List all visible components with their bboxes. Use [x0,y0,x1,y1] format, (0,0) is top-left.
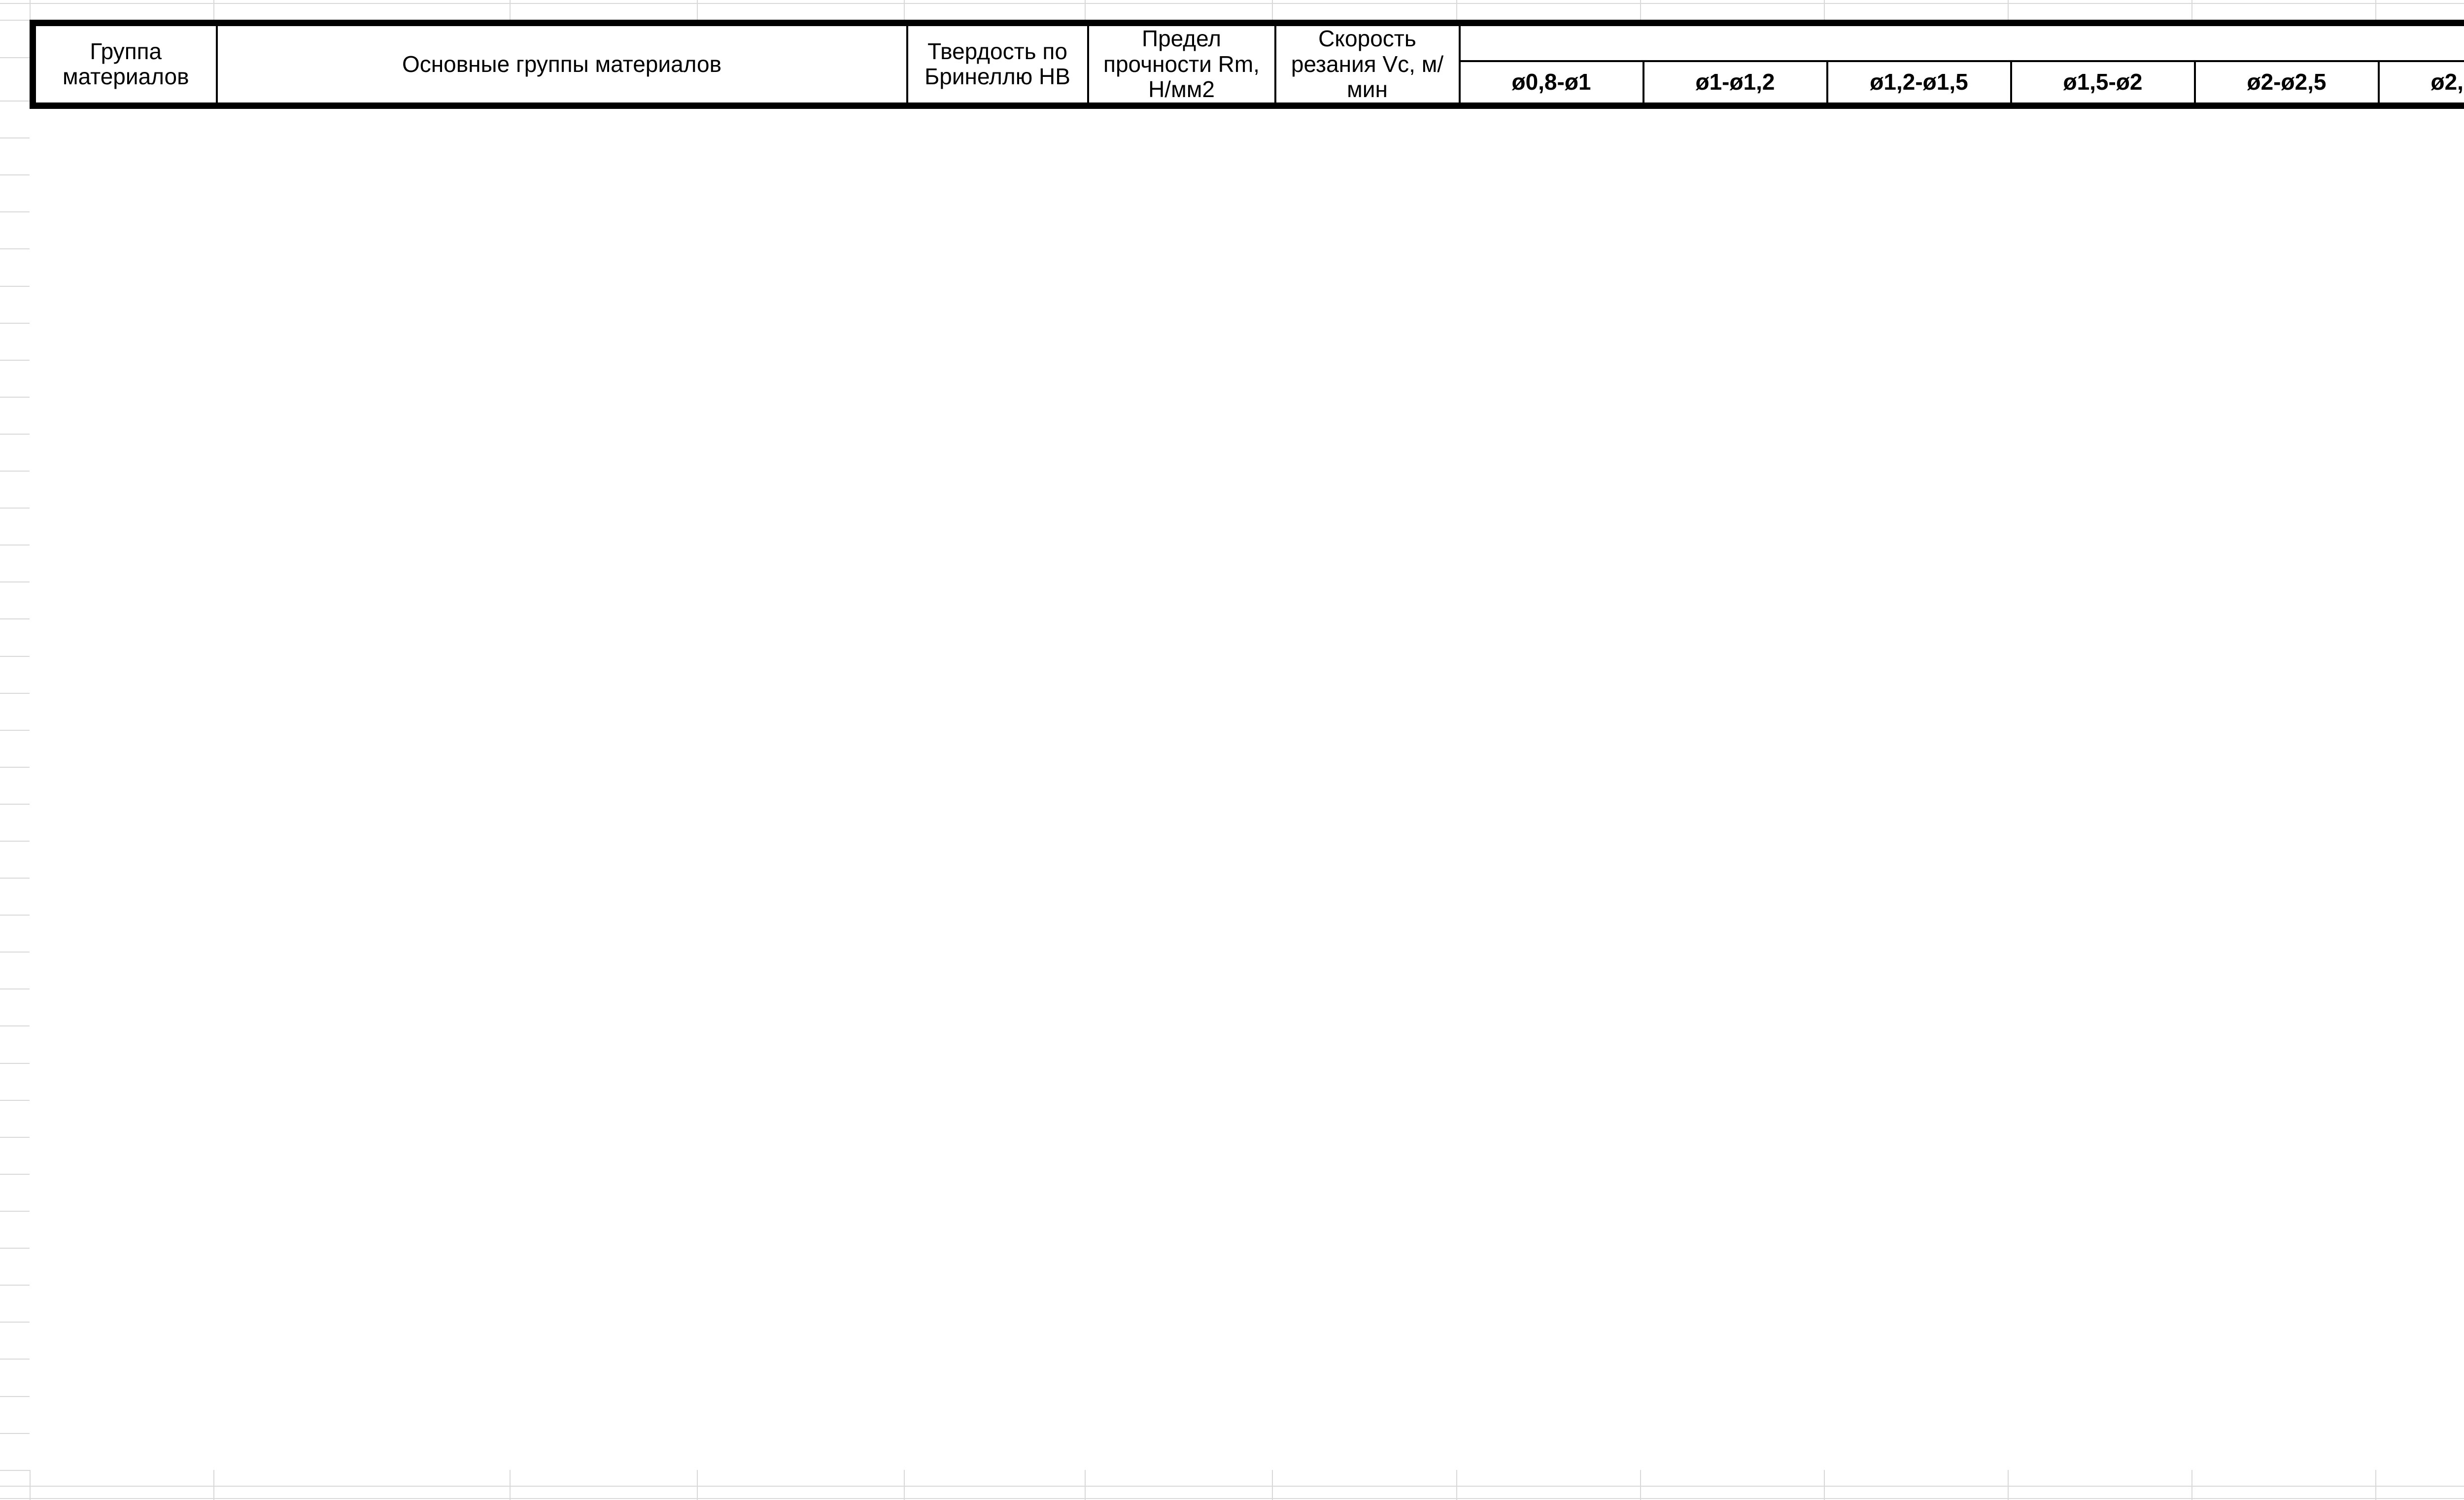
header-brinell-hardness[interactable]: Твердость по Бринеллю HB [907,23,1088,106]
gridline [0,915,30,916]
gridline [0,174,30,175]
gridline [1640,1470,1641,1500]
gridline [0,471,30,472]
header-feed-diameter[interactable]: ø1,2-ø1,5 [1827,61,2011,105]
gridline [0,508,30,509]
gridline [0,20,30,21]
gridline [0,841,30,842]
gridline [0,1100,30,1101]
gridline [0,3,2464,4]
gridline [2191,1470,2192,1500]
gridline [0,1063,30,1064]
gridline [1085,1470,1086,1500]
gridline [30,1470,31,1500]
gridline [0,581,30,582]
header-feed-diameter[interactable]: ø0,8-ø1 [1460,61,1643,105]
header-feed[interactable]: Подача Fn, мм/об [1460,23,2464,62]
header-feed-diameter[interactable]: ø2,5-ø4 [2379,61,2464,105]
gridline [0,323,30,324]
gridline [0,1498,2464,1499]
gridline [0,286,30,287]
gridline [510,1470,511,1500]
header-feed-diameter[interactable]: ø1,5-ø2 [2011,61,2195,105]
gridline [0,57,30,58]
gridline [0,618,30,619]
gridline [0,137,30,138]
gridline [1824,1470,1825,1500]
gridline [0,1433,30,1434]
gridline [0,360,30,361]
gridline [0,1285,30,1286]
gridline [0,693,30,694]
gridline [0,248,30,249]
gridline [0,767,30,768]
gridline [697,1470,698,1500]
machining-feed-table[interactable]: Группа материалов Основные группы матери… [30,20,2464,109]
header-cutting-speed[interactable]: Скорость резания Vc, м/мин [1275,23,1460,106]
header-material-group[interactable]: Группа материалов [33,23,217,106]
header-tensile-strength[interactable]: Предел прочности Rm, Н/мм2 [1088,23,1275,106]
header-feed-diameter[interactable]: ø2-ø2,5 [2195,61,2379,105]
gridline [1272,1470,1273,1500]
gridline [1456,1470,1457,1500]
gridline [213,1470,214,1500]
gridline [0,952,30,953]
spreadsheet-page: { "headers": { "group": "Группа материал… [0,0,2464,1500]
excel-gridlines [0,0,2464,1500]
gridline [2375,1470,2376,1500]
gridline [0,1174,30,1175]
gridline [0,730,30,731]
header-feed-diameter[interactable]: ø1-ø1,2 [1643,61,1827,105]
gridline [0,1359,30,1360]
gridline [0,1025,30,1026]
gridline [0,101,30,102]
gridline [0,1322,30,1323]
header-main-material-groups[interactable]: Основные группы материалов [217,23,907,106]
gridline [0,211,30,212]
gridline [0,1211,30,1212]
gridline [0,1248,30,1249]
gridline [0,434,30,435]
gridline [0,804,30,805]
gridline [0,397,30,398]
gridline [0,1470,30,1471]
gridline [904,1470,905,1500]
gridline [0,1486,2464,1487]
gridline [0,656,30,657]
gridline [2008,1470,2009,1500]
gridline [0,878,30,879]
gridline [0,1396,30,1397]
gridline [0,1137,30,1138]
table-header: Группа материалов Основные группы матери… [33,23,2464,106]
